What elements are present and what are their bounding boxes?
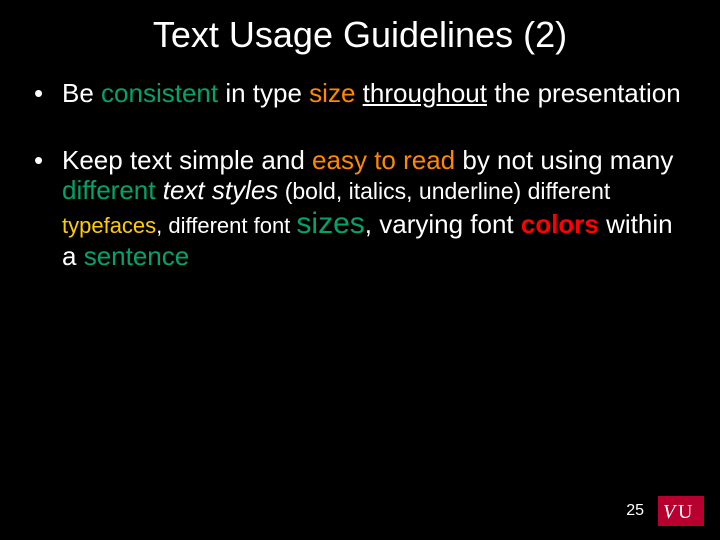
highlight-text-styles: text styles [163,175,279,205]
bullet-marker: • [30,145,62,272]
bullet-text: Be consistent in type size throughout th… [62,78,690,109]
bullet-marker: • [30,78,62,109]
text-span [155,175,162,205]
svg-text:V: V [663,501,678,522]
bullet-text: Keep text simple and easy to read by not… [62,145,690,272]
highlight-consistent: consistent [101,78,218,108]
slide-title: Text Usage Guidelines (2) [0,0,720,78]
svg-text:U: U [678,501,693,522]
text-span: the presentation [487,78,681,108]
footer: 25 V U [626,496,704,526]
text-span: Be [62,78,101,108]
page-number: 25 [626,502,644,520]
text-span: , varying font [365,209,521,239]
highlight-size: size [309,78,355,108]
highlight-different: different [62,175,155,205]
highlight-sizes: sizes [296,207,364,240]
highlight-throughout: throughout [363,78,487,108]
text-span: in type [218,78,309,108]
highlight-easy: easy to read [312,145,455,175]
text-span: , different font [156,213,296,238]
text-span: Keep text simple and [62,145,312,175]
text-span: (bold, italics, underline) different [278,178,610,204]
highlight-typefaces: typefaces [62,213,156,238]
bullet-item: • Keep text simple and easy to read by n… [30,145,690,272]
text-span [355,78,362,108]
vu-logo: V U [658,496,704,526]
highlight-colors: colors [521,209,599,239]
bullet-list: • Be consistent in type size throughout … [0,78,720,272]
bullet-item: • Be consistent in type size throughout … [30,78,690,109]
highlight-sentence: sentence [84,241,190,271]
text-span: by not using many [455,145,673,175]
